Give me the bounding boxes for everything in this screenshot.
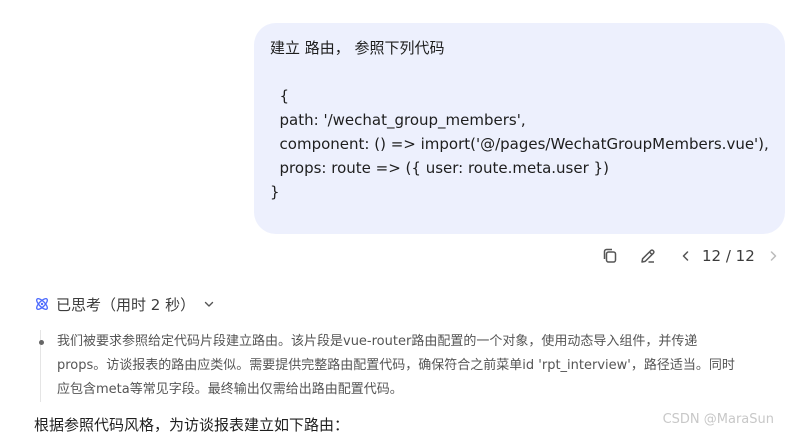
deep-think-icon bbox=[36, 298, 48, 310]
next-version-button[interactable] bbox=[761, 244, 785, 268]
chevron-right-icon bbox=[770, 251, 777, 261]
watermark: CSDN @MaraSun bbox=[662, 412, 774, 427]
edit-button[interactable] bbox=[636, 244, 660, 268]
copy-button[interactable] bbox=[598, 244, 622, 268]
chevron-left-icon bbox=[682, 251, 689, 261]
thinking-line: props。访谈报表的路由应类似。需要提供完整路由配置代码，确保符合之前菜单id… bbox=[57, 358, 735, 373]
user-message-line: component: () => import('@/pages/WechatG… bbox=[270, 135, 769, 153]
user-message-bubble: 建立 路由， 参照下列代码 { path: '/wechat_group_mem… bbox=[254, 23, 785, 234]
user-message-line: 建立 路由， 参照下列代码 bbox=[270, 39, 445, 57]
message-actions: 12 / 12 bbox=[598, 244, 785, 268]
chevron-down-icon bbox=[204, 301, 214, 307]
previous-version-button[interactable] bbox=[674, 244, 698, 268]
thinking-toggle[interactable]: 已思考（用时 2 秒） bbox=[34, 293, 215, 315]
thinking-line: 我们被要求参照给定代码片段建立路由。该片段是vue-router路由配置的一个对… bbox=[57, 334, 698, 349]
bullet-dot bbox=[39, 340, 44, 345]
user-message-line: path: '/wechat_group_members', bbox=[270, 111, 526, 129]
answer-intro: 根据参照代码风格，为访谈报表建立如下路由： bbox=[34, 416, 350, 434]
user-message-line: props: route => ({ user: route.meta.user… bbox=[270, 159, 609, 177]
thinking-toggle-label: 已思考（用时 2 秒） bbox=[56, 295, 196, 314]
version-pager: 12 / 12 bbox=[702, 247, 755, 265]
thinking-content: 我们被要求参照给定代码片段建立路由。该片段是vue-router路由配置的一个对… bbox=[39, 330, 784, 402]
user-message-line: } bbox=[270, 183, 280, 201]
chat-page: 建立 路由， 参照下列代码 { path: '/wechat_group_mem… bbox=[0, 0, 786, 436]
user-message-line: { bbox=[270, 87, 290, 105]
edit-icon bbox=[641, 249, 655, 263]
thinking-line: 应包含meta等常见字段。最终输出仅需给出路由配置代码。 bbox=[57, 382, 403, 397]
copy-icon bbox=[603, 248, 617, 263]
user-message-line bbox=[270, 60, 769, 84]
